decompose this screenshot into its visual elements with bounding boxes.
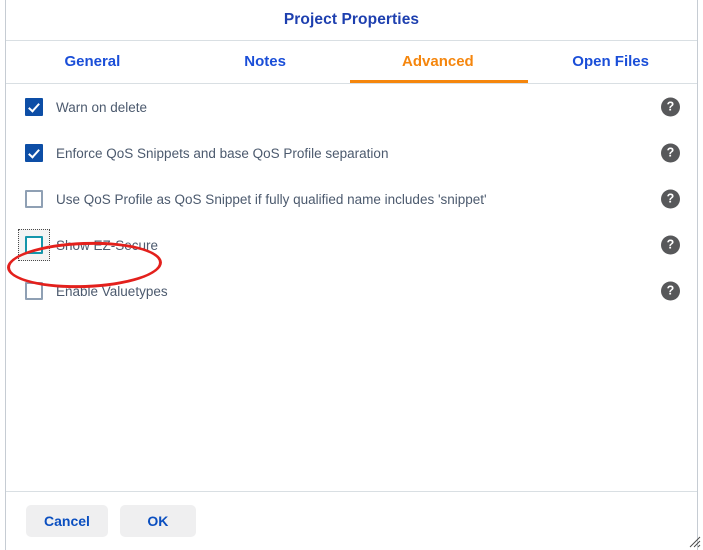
ok-button[interactable]: OK xyxy=(119,505,196,537)
checkbox-wrapper xyxy=(25,98,43,116)
advanced-options-list: Warn on delete? Enforce QoS Snippets and … xyxy=(6,84,697,314)
tab-general[interactable]: General xyxy=(6,41,179,83)
tab-advanced[interactable]: Advanced xyxy=(352,41,525,83)
option-row[interactable]: Warn on delete? xyxy=(6,84,697,130)
checkbox-wrapper xyxy=(25,190,43,208)
help-icon[interactable]: ? xyxy=(661,97,680,117)
help-icon[interactable]: ? xyxy=(661,235,680,255)
checkbox-enforce-qos-snippets-and-base-qos-profile-separation[interactable] xyxy=(25,144,43,162)
checkbox-wrapper xyxy=(25,144,43,162)
option-label: Show EZ-Secure xyxy=(56,237,159,253)
option-row[interactable]: Enable Valuetypes? xyxy=(6,268,697,314)
option-label: Enable Valuetypes xyxy=(56,283,168,299)
project-properties-dialog: Project Properties General Notes Advanced O… xyxy=(0,0,703,550)
checkbox-wrapper xyxy=(18,229,50,261)
help-icon[interactable]: ? xyxy=(661,189,680,209)
checkbox-wrapper xyxy=(25,282,43,300)
checkbox-enable-valuetypes[interactable] xyxy=(25,282,43,300)
checkbox-use-qos-profile-as-qos-snippet-if-fully-qualified-name-includes-snippet[interactable] xyxy=(25,190,43,208)
option-row[interactable]: Show EZ-Secure? xyxy=(6,222,697,268)
tab-open-files[interactable]: Open Files xyxy=(524,41,697,83)
option-row[interactable]: Use QoS Profile as QoS Snippet if fully … xyxy=(6,176,697,222)
tab-notes[interactable]: Notes xyxy=(179,41,352,83)
resize-grip-icon[interactable] xyxy=(687,534,701,548)
checkbox-show-ez-secure[interactable] xyxy=(25,236,43,254)
window-frame-right-border xyxy=(697,0,698,550)
option-label: Enforce QoS Snippets and base QoS Profil… xyxy=(56,145,389,161)
checkbox-warn-on-delete[interactable] xyxy=(25,98,43,116)
dialog-title-bar: Project Properties xyxy=(6,0,697,40)
dialog-footer: Cancel OK xyxy=(6,492,697,550)
option-row[interactable]: Enforce QoS Snippets and base QoS Profil… xyxy=(6,130,697,176)
option-label: Use QoS Profile as QoS Snippet if fully … xyxy=(56,191,487,207)
option-label: Warn on delete xyxy=(56,99,148,115)
cancel-button[interactable]: Cancel xyxy=(26,505,108,537)
help-icon[interactable]: ? xyxy=(661,143,680,163)
tab-bar: General Notes Advanced Open Files xyxy=(6,41,697,83)
help-icon[interactable]: ? xyxy=(661,281,680,301)
page-title: Project Properties xyxy=(283,11,420,28)
